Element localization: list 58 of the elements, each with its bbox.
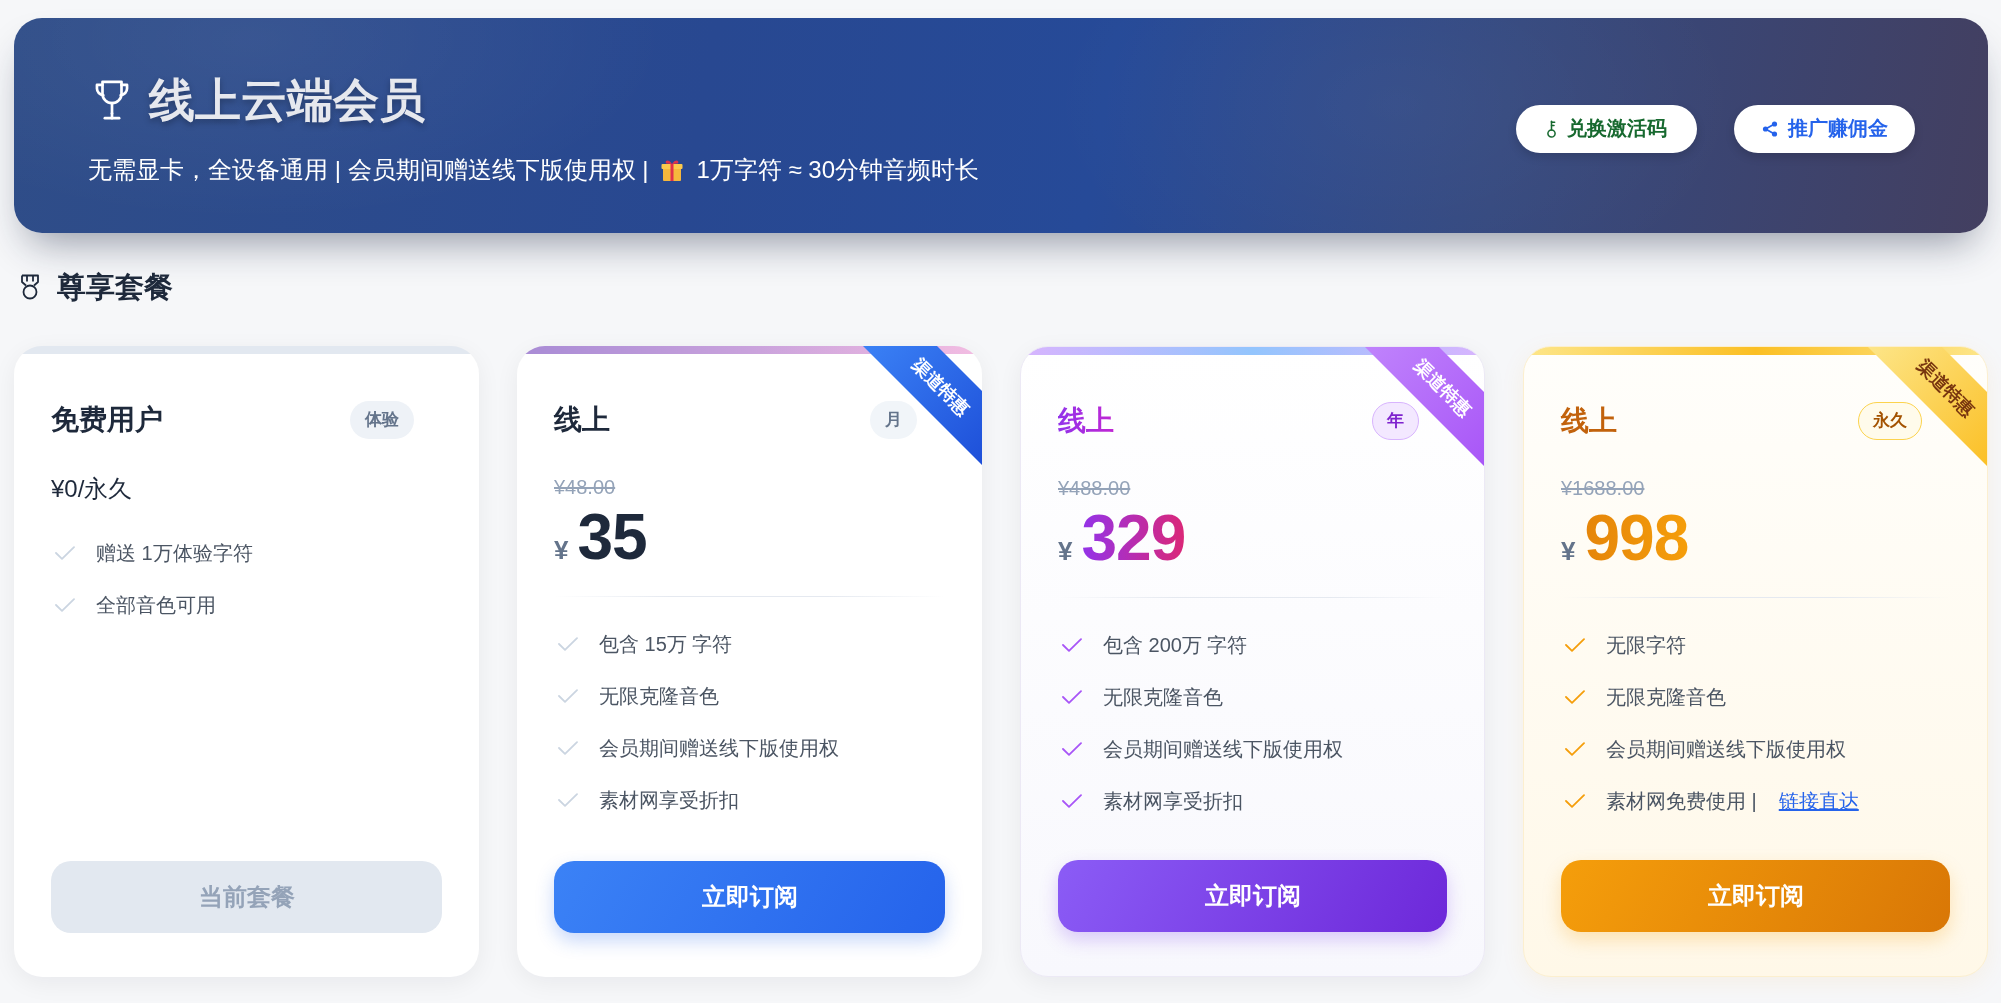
original-price: ¥1688.00 [1561,476,1646,500]
trophy-icon [93,79,131,121]
feature-link[interactable]: 链接直达 [1778,786,1859,816]
original-price: ¥488.00 [1058,476,1132,500]
feature-text: 包含 15万 字符 [599,632,733,657]
key-icon [1546,119,1557,138]
subtitle-note: 1万字符 ≈ 30分钟音频时长 [696,155,980,185]
check-icon [1062,794,1082,808]
page-title: 线上云端会员 [149,73,425,128]
feature-text: 会员期间赠送线下版使用权 [1606,737,1846,762]
currency-symbol: ¥ [1561,536,1576,567]
period-tag: 永久 [1858,402,1922,440]
feature-text: 素材网享受折扣 [599,788,739,813]
check-icon [1062,742,1082,756]
feature-text: 无限字符 [1606,633,1686,658]
feature-text: 赠送 1万体验字符 [96,541,253,566]
plan-title: 线上 [1561,404,1617,438]
currency-symbol: ¥ [1058,536,1073,567]
feature-text: 会员期间赠送线下版使用权 [1103,737,1343,762]
feature-text: 素材网享受折扣 [1103,789,1243,814]
feature-text: 素材网免费使用 | [1606,789,1757,814]
referral-button[interactable]: 推广赚佣金 [1734,104,1915,153]
feature-text: 包含 200万 字符 [1103,633,1248,658]
subscribe-button[interactable]: 立即订阅 [1058,860,1447,932]
price-text: ¥0/永久 [51,475,134,503]
plan-title: 免费用户 [51,403,163,437]
subscribe-button[interactable]: 立即订阅 [554,861,945,933]
feature-text: 无限克隆音色 [1606,685,1726,710]
period-tag: 年 [1372,402,1419,440]
check-icon [558,637,578,651]
section-title: 尊享套餐 [57,270,173,305]
feature-text: 无限克隆音色 [1103,685,1223,710]
redeem-code-button[interactable]: 兑换激活码 [1516,104,1697,153]
medal-icon [20,274,40,300]
check-icon [1062,638,1082,652]
period-tag: 月 [870,401,917,439]
check-icon [558,793,578,807]
feature-text: 全部音色可用 [96,593,216,618]
check-icon [1565,690,1585,704]
check-icon [1565,638,1585,652]
plan-title: 线上 [554,403,610,437]
check-icon [558,689,578,703]
currency-symbol: ¥ [554,535,569,566]
check-icon [558,741,578,755]
subtitle-text: 无需显卡，全设备通用 | 会员期间赠送线下版使用权 | [88,155,649,185]
feature-text: 会员期间赠送线下版使用权 [599,736,839,761]
check-icon [1565,794,1585,808]
gift-icon [660,158,685,182]
period-tag: 体验 [350,401,414,439]
price-amount: 35 [577,505,647,569]
check-icon [1062,690,1082,704]
share-icon [1761,120,1778,137]
check-icon [55,546,75,560]
check-icon [55,598,75,612]
feature-text: 无限克隆音色 [599,684,719,709]
subscribe-button[interactable]: 立即订阅 [1561,860,1950,932]
original-price: ¥48.00 [554,475,617,499]
check-icon [1565,742,1585,756]
